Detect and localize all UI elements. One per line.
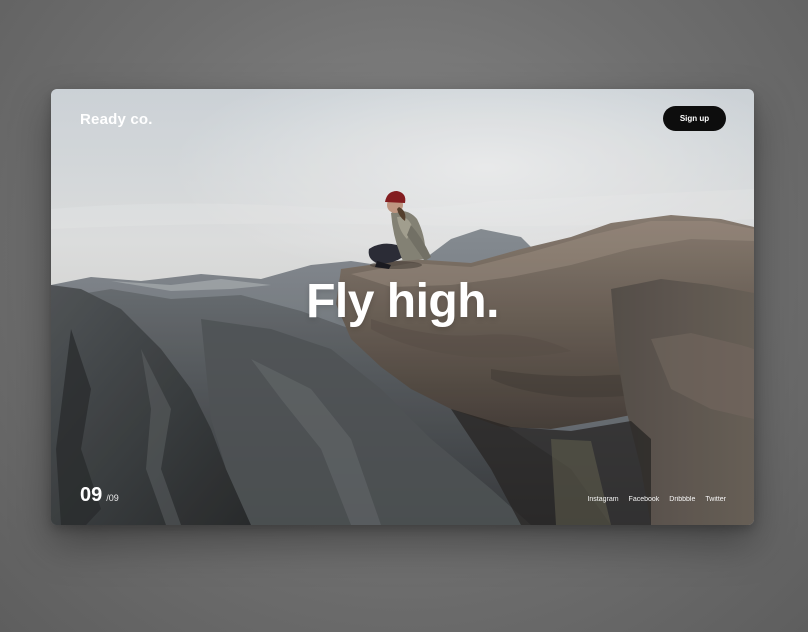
social-links: Instagram Facebook Dribbble Twitter <box>587 496 726 503</box>
social-link-twitter[interactable]: Twitter <box>705 496 726 503</box>
social-link-instagram[interactable]: Instagram <box>587 496 618 503</box>
hero-headline: Fly high. <box>306 275 499 328</box>
social-link-facebook[interactable]: Facebook <box>629 496 660 503</box>
slide-counter-current: 09 <box>80 484 103 506</box>
slide-counter: 09 /09 <box>80 484 119 507</box>
social-link-dribbble[interactable]: Dribbble <box>669 496 695 503</box>
slide-counter-total: /09 <box>106 493 119 503</box>
hero-card: Ready co. Sign up Fly high. 09 /09 Insta… <box>51 89 754 525</box>
brand-logo[interactable]: Ready co. <box>80 111 153 128</box>
sign-up-button[interactable]: Sign up <box>663 106 726 131</box>
